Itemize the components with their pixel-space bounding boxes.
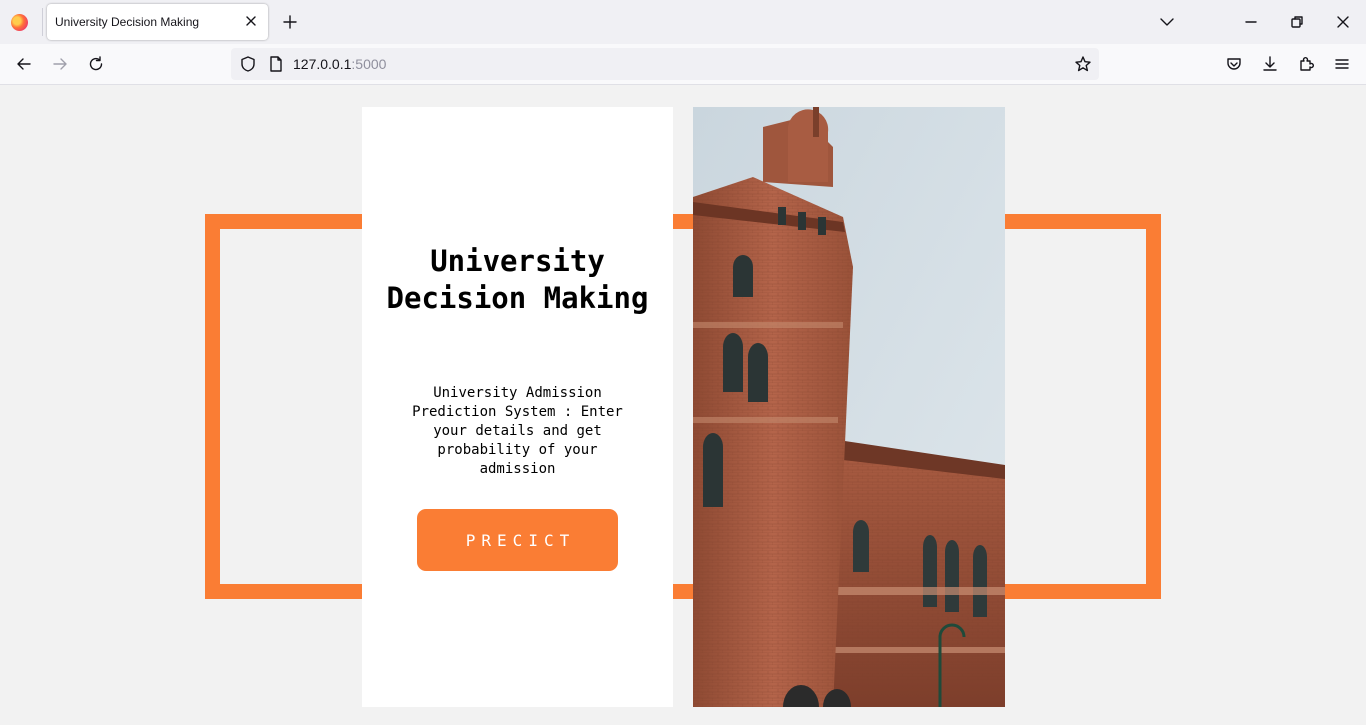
url-text[interactable]: 127.0.0.1:5000 [293,56,386,72]
star-icon[interactable] [1074,55,1092,73]
university-building-image [693,107,1005,707]
tab-separator [42,8,43,36]
pocket-icon[interactable] [1225,55,1243,73]
plus-icon[interactable] [281,13,299,31]
page-icon[interactable] [267,55,285,73]
download-icon[interactable] [1261,55,1279,73]
url-bar[interactable]: 127.0.0.1:5000 [231,48,1099,80]
menu-icon[interactable] [1333,55,1351,73]
chevron-down-icon[interactable] [1158,13,1176,31]
tab-active[interactable]: University Decision Making [47,4,268,40]
decorative-frame [205,214,1161,599]
page-title: University Decision Making [386,244,649,315]
close-icon[interactable] [242,12,260,30]
reload-icon[interactable] [87,55,105,73]
minimize-icon[interactable] [1242,13,1260,31]
tab-title: University Decision Making [55,15,200,29]
firefox-logo-icon [11,14,28,31]
back-arrow-icon[interactable] [15,55,33,73]
url-port: :5000 [351,56,387,72]
extensions-icon[interactable] [1297,55,1315,73]
close-window-icon[interactable] [1334,13,1352,31]
intro-card: University Decision Making University Ad… [362,107,673,707]
forward-arrow-icon[interactable] [51,55,69,73]
shield-icon[interactable] [239,55,257,73]
navigation-bar: 127.0.0.1:5000 [0,44,1366,85]
url-host: 127.0.0.1 [293,56,352,72]
restore-icon[interactable] [1288,13,1306,31]
page-viewport: University Decision Making University Ad… [0,85,1366,725]
page-description: University Admission Prediction System :… [412,385,623,477]
predict-button[interactable]: PRECICT [417,509,618,571]
tab-bar: University Decision Making [0,0,1366,44]
